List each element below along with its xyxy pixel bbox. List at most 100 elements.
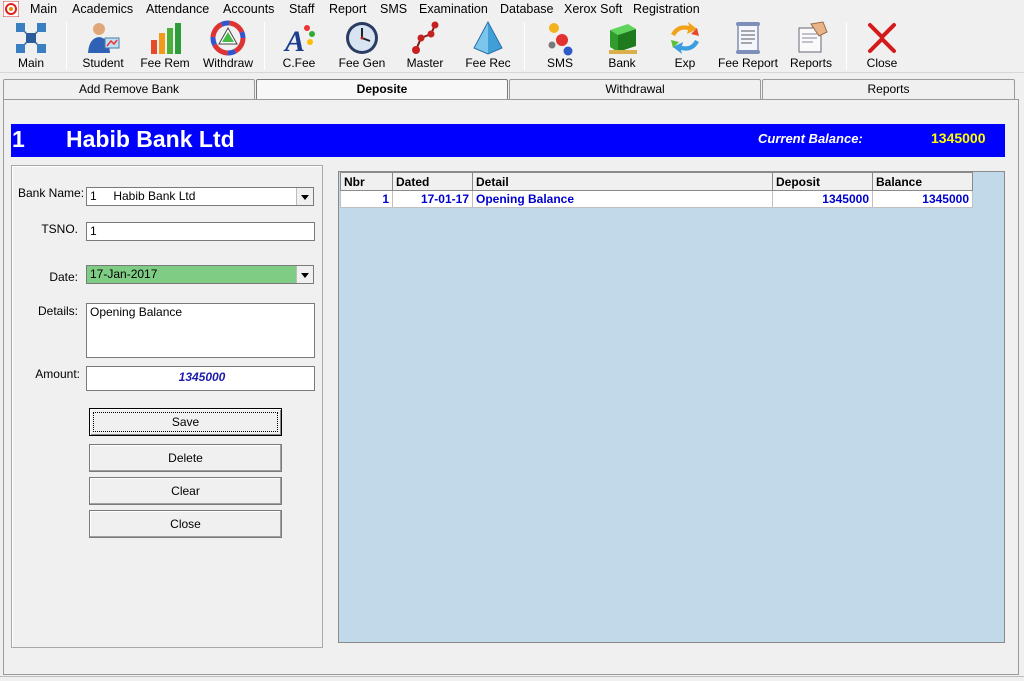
bank-deposit-window: Main Academics Attendance Accounts Staff…: [0, 0, 1024, 681]
focus-rectangle: [93, 412, 278, 432]
menu-attendance[interactable]: Attendance: [146, 1, 209, 17]
column-header-balance[interactable]: Balance: [872, 172, 973, 191]
toolbar-exp-button[interactable]: Exp: [662, 20, 708, 72]
toolbar-separator: [264, 22, 265, 70]
date-picker[interactable]: 17-Jan-2017: [86, 265, 314, 284]
toolbar-label: Withdraw: [202, 56, 253, 70]
toolbar-label: Fee Gen: [338, 56, 386, 70]
menu-academics[interactable]: Academics: [72, 1, 133, 17]
menu-bar: Main Academics Attendance Accounts Staff…: [0, 0, 1024, 18]
tsno-field[interactable]: 1: [86, 222, 315, 241]
cell-dated[interactable]: 17-01-17: [392, 190, 473, 208]
menu-sms[interactable]: SMS: [380, 1, 407, 17]
date-label: Date:: [49, 270, 78, 284]
toolbar-separator: [524, 22, 525, 70]
menu-registration[interactable]: Registration: [633, 1, 700, 17]
menu-main[interactable]: Main: [30, 1, 57, 17]
toolbar-master-button[interactable]: Master: [400, 20, 450, 72]
menu-examination[interactable]: Examination: [419, 1, 488, 17]
menu-staff[interactable]: Staff: [289, 1, 314, 17]
main-grid-icon: [16, 23, 46, 53]
toolbar-label: Student: [82, 56, 124, 70]
toolbar-label: Close: [866, 56, 898, 70]
toolbar-main-button[interactable]: Main: [8, 20, 54, 72]
delete-button[interactable]: Delete: [89, 444, 282, 472]
close-button[interactable]: Close: [89, 510, 282, 538]
toolbar-fee-report-button[interactable]: Fee Report: [716, 20, 780, 72]
save-button[interactable]: Save: [89, 408, 282, 436]
toolbar-fee-rec-button[interactable]: Fee Rec: [462, 20, 514, 72]
font-icon: A: [283, 25, 315, 56]
toolbar: Main Student Fee Rem Withdraw A C.Fee Fe…: [0, 18, 1024, 73]
details-label: Details:: [37, 304, 78, 318]
bank-number: 1: [12, 126, 25, 152]
status-line: [0, 676, 1024, 681]
tab-reports[interactable]: Reports: [762, 79, 1015, 99]
toolbar-label: SMS: [546, 56, 573, 70]
toolbar-reports-button[interactable]: Reports: [788, 20, 834, 72]
chevron-down-icon[interactable]: [296, 188, 313, 205]
cell-nbr[interactable]: 1: [340, 190, 393, 208]
column-header-nbr[interactable]: Nbr: [340, 172, 393, 191]
cell-detail[interactable]: Opening Balance: [472, 190, 773, 208]
tab-withdrawal[interactable]: Withdrawal: [509, 79, 761, 99]
toolbar-label: Exp: [674, 56, 696, 70]
table-row[interactable]: 1 17-01-17 Opening Balance 1345000 13450…: [340, 190, 973, 208]
details-textarea[interactable]: Opening Balance: [86, 303, 315, 358]
clock-icon: [346, 22, 378, 54]
column-header-deposit[interactable]: Deposit: [772, 172, 873, 191]
chevron-down-icon[interactable]: [296, 266, 313, 283]
cell-balance[interactable]: 1345000: [872, 190, 973, 208]
current-balance-label: Current Balance:: [758, 131, 863, 146]
cell-deposit[interactable]: 1345000: [772, 190, 873, 208]
tsno-label: TSNO.: [41, 222, 78, 236]
pyramid-icon: [473, 20, 503, 55]
menu-accounts[interactable]: Accounts: [223, 1, 274, 17]
svg-text:A: A: [283, 25, 305, 56]
toolbar-label: Reports: [789, 56, 833, 70]
toolbar-fee-rem-button[interactable]: Fee Rem: [140, 20, 190, 72]
color-wheel-icon: [210, 20, 246, 56]
bank-box-icon: [609, 24, 637, 54]
toolbar-separator: [66, 22, 67, 70]
toolbar-withdraw-button[interactable]: Withdraw: [200, 20, 256, 72]
toolbar-fee-gen-button[interactable]: Fee Gen: [336, 20, 388, 72]
column-header-dated[interactable]: Dated: [392, 172, 473, 191]
tab-add-remove-bank[interactable]: Add Remove Bank: [3, 79, 255, 99]
toolbar-close-button[interactable]: Close: [860, 20, 904, 72]
toolbar-label: Master: [406, 56, 444, 70]
toolbar-label: Bank: [608, 56, 636, 70]
toolbar-bank-button[interactable]: Bank: [600, 20, 644, 72]
toolbar-student-button[interactable]: Student: [78, 20, 128, 72]
amount-field[interactable]: 1345000: [86, 366, 315, 391]
menu-report[interactable]: Report: [329, 1, 367, 17]
menu-database[interactable]: Database: [500, 1, 554, 17]
deposit-grid[interactable]: Nbr Dated Detail Deposit Balance 1 17-01…: [338, 171, 1005, 643]
amount-label: Amount:: [35, 367, 80, 381]
bank-header-bar: 1 Habib Bank Ltd Current Balance: 134500…: [11, 124, 1005, 157]
date-value: 17-Jan-2017: [90, 267, 158, 281]
molecule-icon: [412, 21, 439, 54]
bank-name-label: Bank Name:: [18, 186, 85, 200]
student-icon: [88, 23, 120, 53]
scroll-icon: [736, 22, 760, 54]
bank-name-select[interactable]: 1 Habib Bank Ltd: [86, 187, 314, 206]
toolbar-label: Main: [17, 56, 44, 70]
deposit-table: Nbr Dated Detail Deposit Balance 1 17-01…: [340, 172, 973, 208]
toolbar-label: C.Fee: [282, 56, 316, 70]
column-header-detail[interactable]: Detail: [472, 172, 773, 191]
toolbar-label: Fee Rem: [140, 56, 190, 70]
tab-deposite[interactable]: Deposite: [256, 79, 508, 100]
app-logo-icon[interactable]: [3, 1, 19, 17]
toolbar-sms-button[interactable]: SMS: [538, 20, 582, 72]
arrows-icon: [671, 22, 699, 54]
clear-button[interactable]: Clear: [89, 477, 282, 505]
table-header-row: Nbr Dated Detail Deposit Balance: [340, 172, 973, 191]
bank-title: Habib Bank Ltd: [66, 126, 235, 152]
menu-xerox-soft[interactable]: Xerox Soft: [564, 1, 622, 17]
toolbar-label: Fee Report: [717, 56, 779, 70]
bank-name-value: 1 Habib Bank Ltd: [90, 189, 196, 203]
report-hand-icon: [798, 21, 828, 53]
toolbar-c-fee-button[interactable]: A C.Fee: [276, 20, 322, 72]
close-icon: [868, 23, 896, 53]
